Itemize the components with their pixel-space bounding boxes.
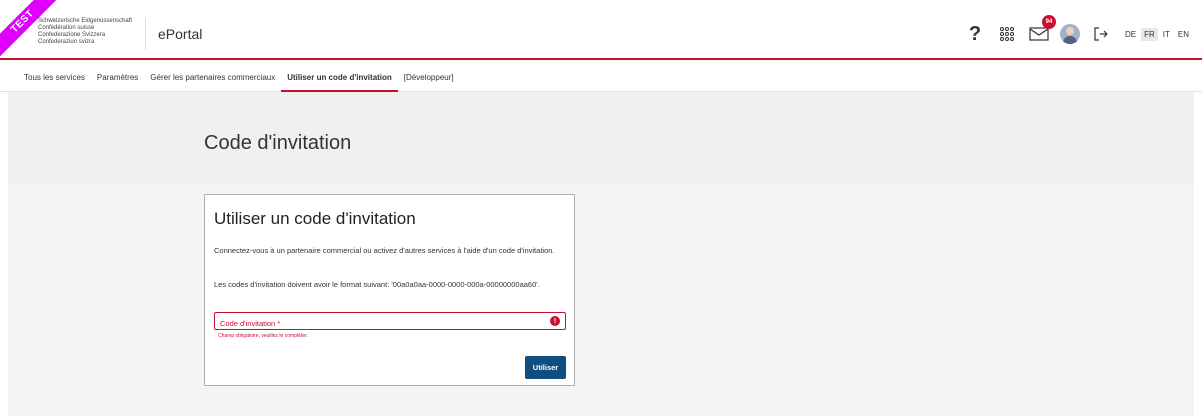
- help-icon[interactable]: ?: [964, 23, 986, 45]
- logo-line: Confederazione Svizzera: [38, 32, 106, 38]
- invitation-code-card: Utiliser un code d'invitation Connectez-…: [204, 194, 575, 386]
- logo-line: Confederaziun svizra: [38, 39, 95, 45]
- mail-badge: 94: [1041, 15, 1056, 29]
- tab-manage-partners[interactable]: Gérer les partenaires commerciaux: [144, 62, 281, 92]
- format-hint: Les codes d'invitation doivent avoir le …: [214, 280, 540, 289]
- logo-line: Schweizerische Eidgenossenschaft: [38, 18, 133, 24]
- page-hero: Code d'invitation: [8, 92, 1194, 184]
- lang-fr[interactable]: FR: [1141, 27, 1158, 41]
- error-icon: !: [550, 316, 560, 326]
- logout-icon[interactable]: [1090, 23, 1112, 45]
- tab-all-services[interactable]: Tous les services: [18, 62, 91, 92]
- error-message: Champ obligatoire, veuillez le compléter…: [218, 333, 308, 339]
- logo-line: Confédération suisse: [38, 25, 95, 31]
- tab-developer[interactable]: [Développeur]: [398, 62, 460, 92]
- use-button[interactable]: Utiliser: [525, 356, 566, 379]
- logo-divider: [145, 18, 146, 50]
- tab-use-invitation-code[interactable]: Utiliser un code d'invitation: [281, 62, 398, 92]
- invitation-code-field: !: [214, 312, 566, 332]
- confederation-logo[interactable]: Schweizerische Eidgenossenschaft Confédé…: [38, 18, 132, 46]
- tab-settings[interactable]: Paramètres: [91, 62, 144, 92]
- content-background: [8, 184, 1194, 416]
- nav-tabs: Tous les services Paramètres Gérer les p…: [0, 62, 1202, 92]
- invitation-code-input[interactable]: [215, 315, 535, 332]
- card-description: Connectez-vous à un partenaire commercia…: [214, 246, 555, 255]
- apps-grid-icon[interactable]: [996, 23, 1018, 45]
- header: TEST Schweizerische Eidgenossenschaft Co…: [0, 0, 1202, 60]
- lang-it[interactable]: IT: [1160, 28, 1173, 41]
- lang-en[interactable]: EN: [1175, 28, 1192, 41]
- app-title[interactable]: ePortal: [158, 26, 202, 42]
- lang-de[interactable]: DE: [1122, 28, 1139, 41]
- header-actions: ? 94 DE FR IT EN: [964, 15, 1192, 46]
- mail-button[interactable]: 94: [1028, 15, 1056, 45]
- card-title: Utiliser un code d'invitation: [214, 209, 416, 228]
- language-switcher: DE FR IT EN: [1122, 27, 1192, 41]
- avatar[interactable]: [1059, 24, 1080, 44]
- page-title: Code d'invitation: [204, 132, 352, 154]
